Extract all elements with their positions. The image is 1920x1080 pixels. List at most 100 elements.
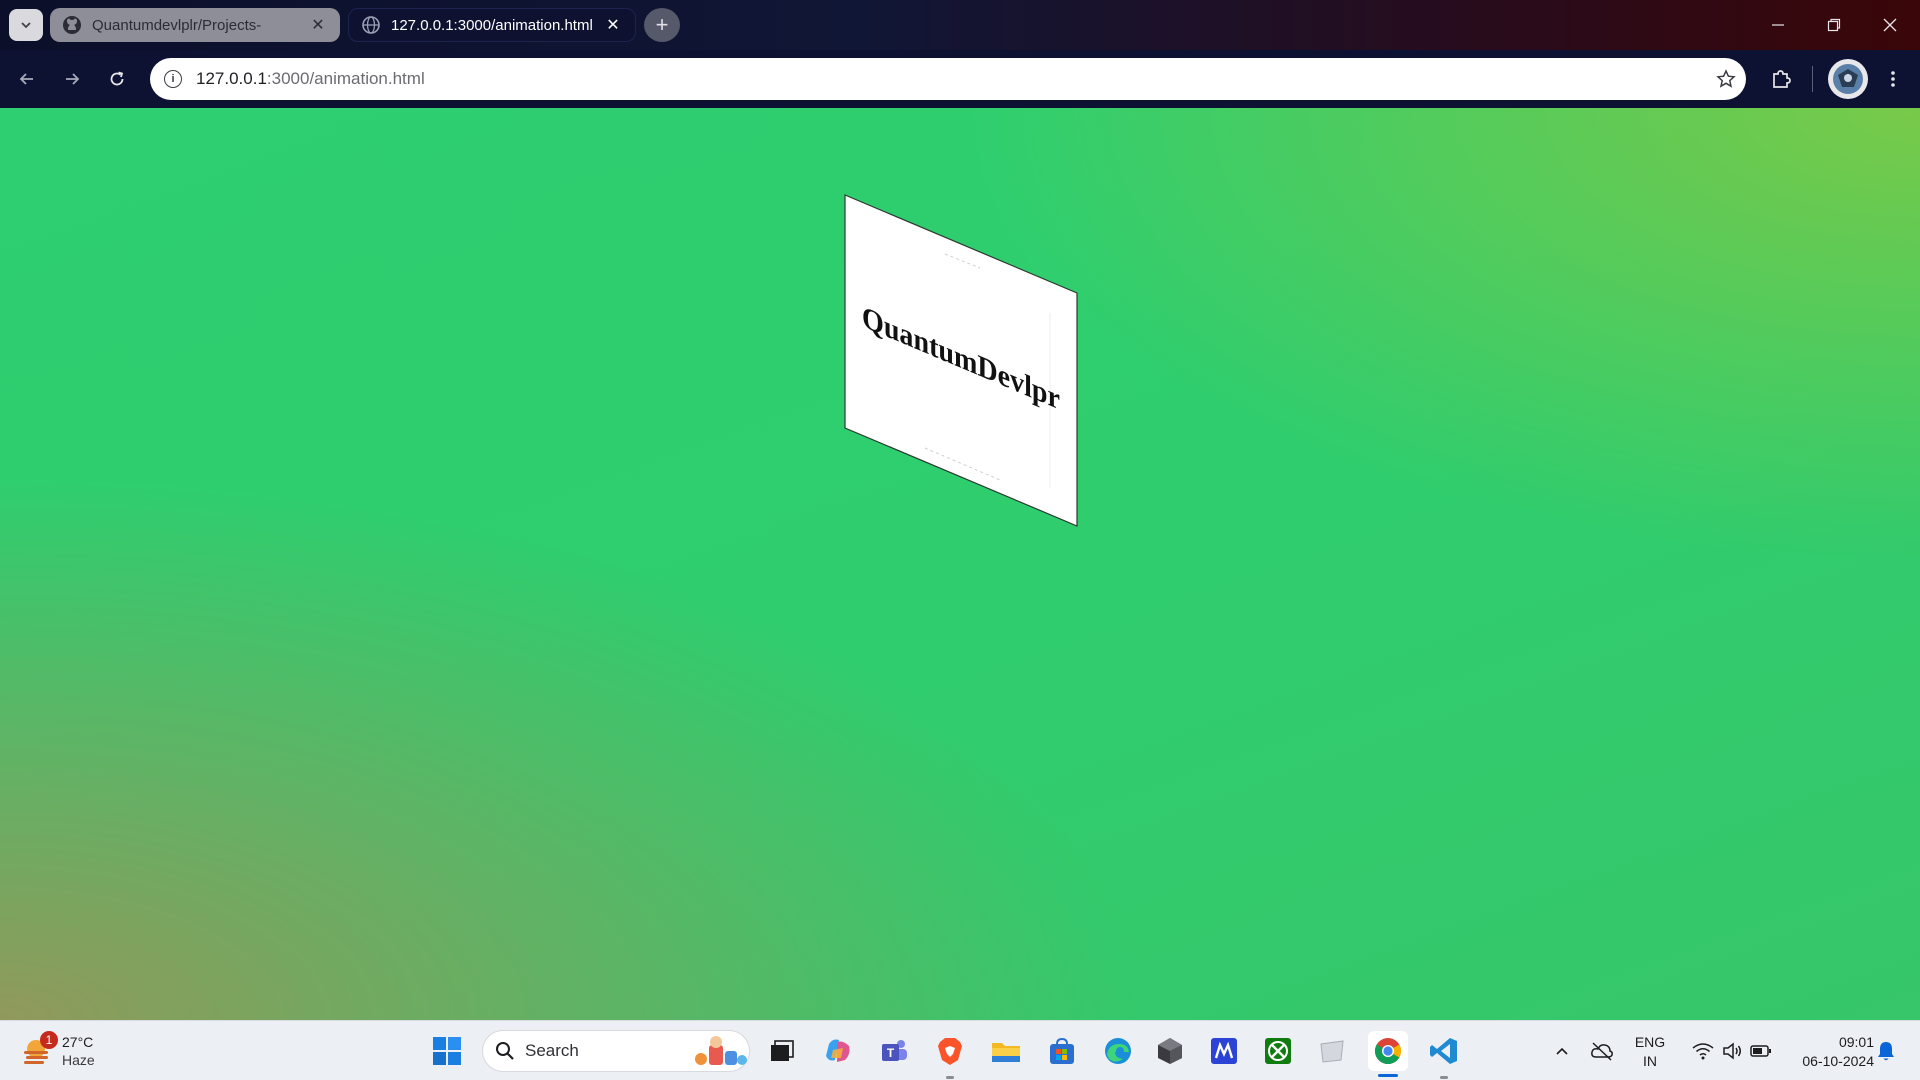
app-tile-button[interactable] [1312, 1031, 1352, 1071]
show-hidden-icons-button[interactable] [1542, 1031, 1582, 1071]
globe-icon [362, 16, 380, 34]
chevron-down-icon [21, 22, 31, 29]
app-m-button[interactable] [1204, 1031, 1244, 1071]
copilot-button[interactable] [818, 1031, 858, 1071]
browser-title-bar: Quantumdevlplr/Projects- ✕ 127.0.0.1:300… [0, 0, 1920, 50]
reload-button[interactable] [101, 63, 133, 95]
address-url[interactable]: 127.0.0.1:3000/animation.html [196, 69, 1706, 89]
xbox-button[interactable] [1258, 1031, 1298, 1071]
edge-button[interactable] [1098, 1031, 1138, 1071]
close-tab-icon[interactable]: ✕ [308, 15, 328, 35]
start-button[interactable] [427, 1031, 467, 1071]
microsoft-store-icon [1050, 1037, 1074, 1064]
search-placeholder: Search [525, 1041, 579, 1060]
vscode-icon [1430, 1038, 1457, 1064]
unity-button[interactable] [1150, 1031, 1190, 1071]
task-view-icon [771, 1040, 794, 1061]
search-highlight-illustration-icon [695, 1036, 747, 1065]
language-label: ENG [1634, 1034, 1666, 1050]
tab-animation[interactable]: 127.0.0.1:3000/animation.html ✕ [348, 8, 636, 42]
url-host: 127.0.0.1 [196, 69, 267, 88]
browser-menu-button[interactable] [1877, 63, 1909, 95]
clock-time: 09:01 [1838, 1034, 1874, 1050]
clock[interactable]: 09:01 06-10-2024 [1782, 1033, 1874, 1071]
rotating-card-stage: QuantumDevlpr [844, 194, 1078, 527]
battery-icon [1750, 1045, 1771, 1057]
site-info-icon[interactable]: i [164, 70, 182, 88]
arrow-right-icon [66, 73, 80, 85]
tab-label: 127.0.0.1:3000/animation.html [391, 16, 593, 34]
address-bar[interactable]: i 127.0.0.1:3000/animation.html [150, 58, 1746, 100]
puzzle-icon [1773, 70, 1791, 88]
windows-start-icon [433, 1037, 461, 1065]
app-m-icon [1211, 1038, 1237, 1064]
github-icon [63, 16, 81, 34]
copilot-icon [826, 1039, 850, 1062]
tab-label: Quantumdevlplr/Projects- [92, 16, 262, 34]
tab-search-button[interactable] [9, 9, 43, 41]
weather-badge: 1 [40, 1031, 58, 1049]
onedrive-button[interactable] [1582, 1031, 1622, 1071]
file-explorer-button[interactable] [986, 1031, 1026, 1071]
weather-temp: 27°C [62, 1034, 94, 1050]
running-indicator [1440, 1076, 1448, 1079]
browser-toolbar: i 127.0.0.1:3000/animation.html [0, 50, 1920, 108]
chrome-icon [1374, 1038, 1402, 1065]
teams-icon: T [882, 1040, 907, 1061]
more-vertical-icon [1891, 71, 1895, 87]
close-icon [1883, 18, 1897, 32]
restore-icon [1827, 18, 1841, 32]
weather-condition: Haze [62, 1052, 95, 1068]
close-window-button[interactable] [1862, 0, 1918, 50]
region-label: IN [1643, 1053, 1657, 1069]
page-viewport: QuantumDevlpr [0, 108, 1920, 1020]
notifications-button[interactable] [1866, 1031, 1906, 1071]
weather-widget[interactable]: 1 27°C Haze [22, 1029, 95, 1073]
cloud-offline-icon [1591, 1042, 1613, 1061]
forward-button[interactable] [56, 63, 88, 95]
edge-icon [1105, 1038, 1131, 1064]
weather-haze-icon: 1 [22, 1031, 58, 1067]
search-icon [496, 1042, 514, 1060]
plus-icon: + [655, 12, 669, 37]
bell-icon [1878, 1042, 1894, 1061]
minimize-icon [1772, 24, 1784, 26]
taskbar-search[interactable]: Search [482, 1030, 750, 1072]
teams-button[interactable]: T [874, 1031, 914, 1071]
brave-icon [938, 1038, 962, 1065]
extensions-button[interactable] [1765, 63, 1797, 95]
quick-settings-button[interactable] [1680, 1031, 1784, 1071]
vscode-button[interactable] [1424, 1031, 1464, 1079]
minimize-button[interactable] [1750, 0, 1806, 50]
active-indicator [1378, 1074, 1398, 1077]
arrow-left-icon [19, 73, 33, 85]
bookmark-star-button[interactable] [1706, 69, 1746, 89]
chevron-up-icon [1556, 1047, 1568, 1055]
app-tile-icon [1320, 1040, 1344, 1063]
close-tab-icon[interactable]: ✕ [603, 15, 623, 35]
file-explorer-icon [992, 1043, 1020, 1062]
chrome-button[interactable] [1368, 1031, 1408, 1077]
back-button[interactable] [11, 63, 43, 95]
profile-avatar-button[interactable] [1828, 59, 1868, 99]
brave-button[interactable] [930, 1031, 970, 1079]
windows-taskbar: 1 27°C Haze Search T ENG IN 09:01 06-10-… [0, 1020, 1920, 1080]
restore-button[interactable] [1806, 0, 1862, 50]
microsoft-store-button[interactable] [1042, 1031, 1082, 1071]
unity-icon [1158, 1038, 1182, 1064]
running-indicator [946, 1076, 954, 1079]
tab-github[interactable]: Quantumdevlplr/Projects- ✕ [50, 8, 340, 42]
clock-date: 06-10-2024 [1802, 1053, 1874, 1069]
toolbar-divider [1812, 66, 1813, 92]
star-icon [1716, 69, 1736, 88]
task-view-button[interactable] [762, 1031, 802, 1071]
avatar [1833, 64, 1863, 94]
input-language-indicator[interactable]: ENG IN [1630, 1033, 1670, 1071]
new-tab-button[interactable]: + [644, 8, 680, 42]
xbox-icon [1265, 1038, 1291, 1064]
svg-text:T: T [887, 1046, 895, 1060]
volume-icon [1723, 1042, 1741, 1060]
url-path: :3000/animation.html [266, 69, 425, 88]
wifi-icon [1692, 1043, 1714, 1060]
reload-icon [110, 71, 124, 86]
